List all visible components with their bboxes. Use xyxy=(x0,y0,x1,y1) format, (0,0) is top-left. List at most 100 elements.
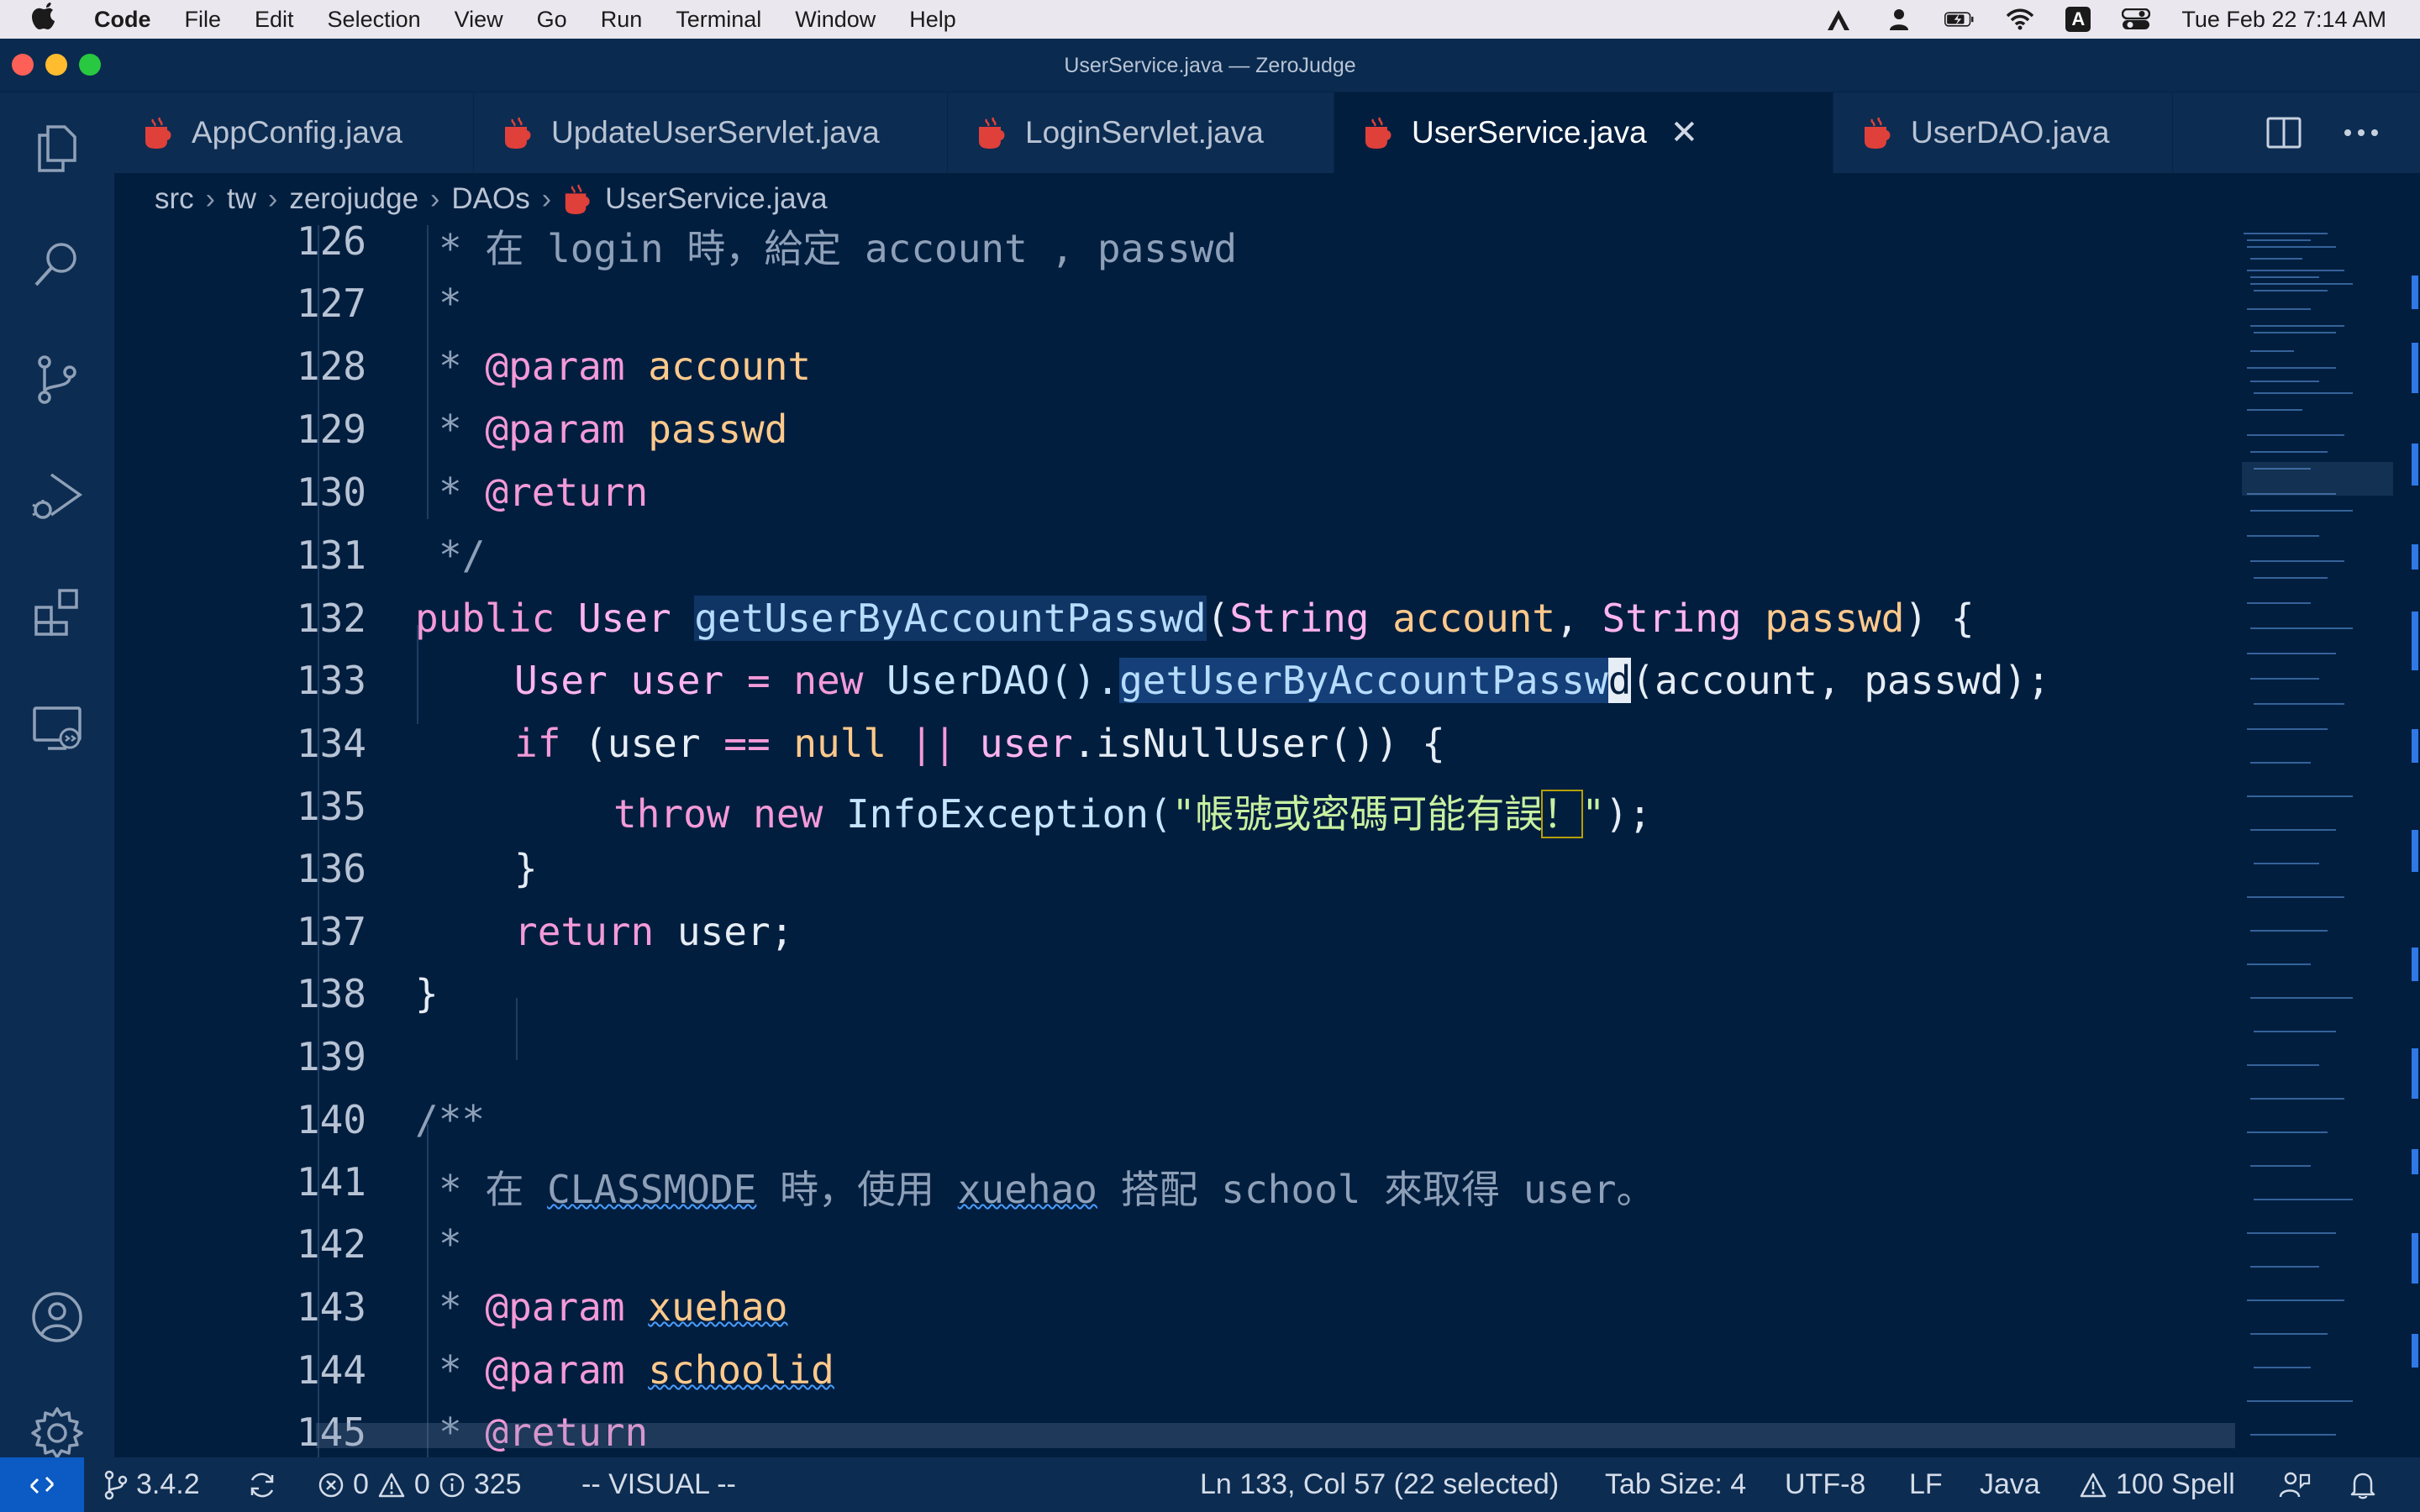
close-icon[interactable]: ✕ xyxy=(1670,113,1699,152)
battery-icon[interactable] xyxy=(1944,7,1975,32)
apple-icon[interactable] xyxy=(30,1,71,39)
menu-file[interactable]: File xyxy=(185,7,222,33)
error-icon xyxy=(318,1473,344,1497)
control-center-icon[interactable] xyxy=(2121,7,2151,32)
menu-terminal[interactable]: Terminal xyxy=(676,7,761,33)
java-file-icon xyxy=(1865,117,1891,150)
search-button[interactable] xyxy=(24,230,91,297)
tab-label: UserService.java xyxy=(1412,115,1647,150)
git-branch-label: 3.4.2 xyxy=(136,1468,200,1500)
minimap[interactable] xyxy=(2235,225,2420,1457)
line-number: 141 xyxy=(296,1159,366,1205)
line-number: 131 xyxy=(296,533,366,578)
code-line: public User getUserByAccountPasswd(Strin… xyxy=(415,596,1975,641)
remote-explorer-icon xyxy=(33,706,82,750)
language-mode-status[interactable]: Java xyxy=(1980,1457,2040,1512)
code-line: } xyxy=(415,971,439,1016)
arc-browser-icon[interactable] xyxy=(1823,7,1854,32)
java-file-icon xyxy=(979,117,1005,150)
java-file-icon xyxy=(505,117,531,150)
horizontal-scrollbar[interactable] xyxy=(316,1423,2349,1448)
breadcrumb-zerojudge[interactable]: zerojudge xyxy=(289,182,418,216)
menu-app-name[interactable]: Code xyxy=(94,7,151,33)
git-branch-status[interactable]: 3.4.2 xyxy=(103,1457,200,1512)
extensions-icon xyxy=(34,589,78,636)
feedback-button[interactable] xyxy=(2279,1457,2311,1512)
menu-selection[interactable]: Selection xyxy=(328,7,421,33)
tab-updateuserservlet[interactable]: UpdateUserServlet.java xyxy=(474,92,948,173)
spell-check-status[interactable]: 100 Spell xyxy=(2079,1457,2235,1512)
tab-size-status[interactable]: Tab Size: 4 xyxy=(1605,1457,1746,1512)
user-icon[interactable] xyxy=(1884,7,1914,32)
error-count: 0 xyxy=(353,1468,369,1500)
menu-window[interactable]: Window xyxy=(795,7,876,33)
vim-mode-status: -- VISUAL -- xyxy=(581,1468,736,1500)
breadcrumb-src[interactable]: src xyxy=(155,182,194,216)
manage-button[interactable] xyxy=(24,1399,91,1467)
sync-button[interactable] xyxy=(247,1457,277,1512)
minimap-content xyxy=(2242,233,2418,1436)
encoding-status[interactable]: UTF-8 xyxy=(1785,1457,1865,1512)
sync-icon xyxy=(250,1473,274,1497)
tab-label: UpdateUserServlet.java xyxy=(551,115,880,150)
menu-view[interactable]: View xyxy=(455,7,503,33)
more-actions-button[interactable] xyxy=(2341,113,2381,153)
code-line: * 在 CLASSMODE 時，使用 xuehao 搭配 school 來取得 … xyxy=(439,1167,1655,1212)
cursor-position-status[interactable]: Ln 133, Col 57 (22 selected) xyxy=(1200,1457,1559,1512)
code-line: * @return xyxy=(439,470,649,515)
problems-status[interactable]: 0 0 325 xyxy=(318,1457,522,1512)
chevron-right-icon: › xyxy=(541,182,552,215)
code-editor[interactable]: 126 127 128 129 130 131 132 133 134 135 … xyxy=(114,225,2420,1457)
feedback-icon xyxy=(2279,1472,2311,1497)
source-control-button[interactable] xyxy=(24,346,91,413)
line-number: 140 xyxy=(296,1097,366,1142)
activity-bar xyxy=(0,92,114,1459)
tab-loginservlet[interactable]: LoginServlet.java xyxy=(948,92,1334,173)
split-editor-button[interactable] xyxy=(2264,113,2304,153)
breadcrumb-file[interactable]: UserService.java xyxy=(605,182,828,216)
run-debug-button[interactable] xyxy=(24,462,91,529)
line-number: 128 xyxy=(296,344,366,389)
notifications-button[interactable] xyxy=(2349,1457,2376,1512)
menu-run[interactable]: Run xyxy=(601,7,643,33)
eol-status[interactable]: LF xyxy=(1909,1457,1943,1512)
window-titlebar: UserService.java — ZeroJudge xyxy=(0,39,2420,92)
line-number: 138 xyxy=(296,971,366,1016)
line-number: 133 xyxy=(296,658,366,703)
tab-userdao[interactable]: UserDAO.java xyxy=(1833,92,2173,173)
remote-explorer-button[interactable] xyxy=(24,694,91,761)
remote-indicator[interactable] xyxy=(0,1457,84,1512)
tab-appconfig[interactable]: AppConfig.java xyxy=(114,92,474,173)
run-debug-icon xyxy=(32,473,83,519)
menu-edit[interactable]: Edit xyxy=(255,7,294,33)
java-file-icon xyxy=(565,184,590,214)
menubar-clock[interactable]: Tue Feb 22 7:14 AM xyxy=(2181,7,2386,33)
menu-go[interactable]: Go xyxy=(537,7,567,33)
input-source-icon[interactable]: A xyxy=(2065,7,2091,32)
split-editor-icon xyxy=(2266,117,2302,149)
chevron-right-icon: › xyxy=(430,182,440,215)
java-file-icon xyxy=(145,117,171,150)
status-bar: 3.4.2 0 0 325 -- VISUAL -- Ln 133, Col 5… xyxy=(0,1457,2420,1512)
files-icon xyxy=(38,125,76,172)
line-number: 143 xyxy=(296,1284,366,1330)
bell-icon xyxy=(2350,1473,2375,1499)
git-branch-icon xyxy=(104,1470,128,1499)
line-number: 129 xyxy=(296,407,366,452)
breadcrumb-tw[interactable]: tw xyxy=(227,182,256,216)
line-number: 142 xyxy=(296,1221,366,1267)
explorer-button[interactable] xyxy=(24,114,91,181)
accounts-button[interactable] xyxy=(24,1284,91,1351)
menu-help[interactable]: Help xyxy=(909,7,956,33)
code-line: throw new InfoException("帳號或密碼可能有誤！"); xyxy=(613,790,1652,838)
account-icon xyxy=(32,1292,82,1342)
breadcrumb: src › tw › zerojudge › DAOs › UserServic… xyxy=(114,173,2420,225)
breadcrumb-daos[interactable]: DAOs xyxy=(451,182,529,216)
tab-label: UserDAO.java xyxy=(1911,115,2110,150)
code-line: * @param account xyxy=(439,344,812,389)
tab-userservice[interactable]: UserService.java ✕ xyxy=(1334,92,1833,173)
extensions-button[interactable] xyxy=(24,578,91,645)
code-line: } xyxy=(514,846,538,891)
source-control-icon xyxy=(38,355,76,404)
wifi-icon[interactable] xyxy=(2005,7,2035,32)
